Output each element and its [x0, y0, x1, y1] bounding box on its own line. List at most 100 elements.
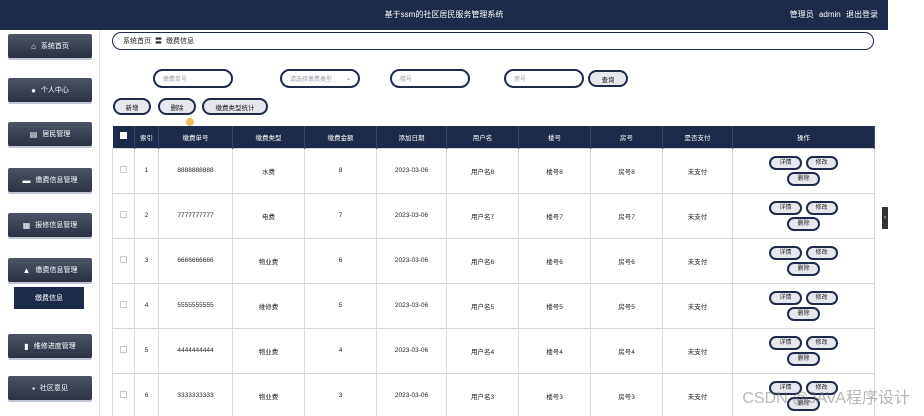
- cell-date: 2023-03-06: [376, 237, 447, 284]
- cell-fee-no: 6666666666: [158, 237, 233, 284]
- cell-fee-type: 维修费: [232, 282, 305, 329]
- fee-no-input[interactable]: 缴费单号: [153, 69, 233, 88]
- edit-button[interactable]: 修改: [805, 155, 838, 170]
- row-delete-button[interactable]: 删除: [787, 216, 820, 231]
- col-header-actions: 操作: [732, 126, 875, 148]
- grid-icon: ▦: [22, 220, 31, 230]
- row-checkbox[interactable]: [120, 301, 127, 308]
- select-all-checkbox[interactable]: [119, 132, 127, 140]
- row-checkbox[interactable]: [120, 346, 127, 353]
- row-select-cell[interactable]: [112, 327, 135, 374]
- detail-button[interactable]: 详情: [769, 290, 802, 305]
- user-icon: ●: [31, 85, 36, 95]
- chevron-down-icon: ⌄: [345, 76, 351, 82]
- cell-index: 4: [134, 282, 159, 329]
- table-row: 1 8888888888 水费 8 2023-03-06 用户名8 楼号8 房号…: [112, 147, 875, 194]
- sidebar: ⌂ 系统首页 ● 个人中心 ▤ 居民管理 ▬ 缴费信息管理 ▦ 报修信息管理 ▲ 缴费信息管…: [0, 30, 100, 416]
- add-button[interactable]: 新增: [113, 98, 151, 115]
- cell-fee-no: 3333333333: [158, 372, 233, 416]
- sidebar-item-repair-progress[interactable]: ▮ 维修进度管理: [8, 334, 92, 358]
- building-input[interactable]: 楼号: [390, 69, 470, 88]
- edit-button[interactable]: 修改: [805, 335, 838, 350]
- row-delete-button[interactable]: 删除: [787, 351, 820, 366]
- row-checkbox[interactable]: [120, 211, 127, 218]
- cell-date: 2023-03-06: [376, 327, 447, 374]
- breadcrumb-home[interactable]: 系统首页: [123, 36, 151, 46]
- room-input[interactable]: 房号: [504, 69, 584, 88]
- app-title: 基于ssm的社区居民服务管理系统: [384, 10, 504, 19]
- sidebar-item-repair-management[interactable]: ▦ 报修信息管理: [8, 213, 92, 237]
- cell-room: 房号5: [590, 282, 663, 329]
- cell-actions: 详情 修改 删除: [732, 192, 875, 239]
- row-select-cell[interactable]: [112, 372, 135, 416]
- sidebar-item-label: 个人中心: [40, 87, 69, 94]
- cell-paid: 未支付: [662, 327, 733, 374]
- breadcrumb-separator: 〓: [155, 38, 162, 45]
- cell-building: 楼号7: [518, 192, 591, 239]
- table-row: 4 5555555555 维修费 5 2023-03-06 用户名5 楼号5 房…: [112, 282, 875, 329]
- cell-date: 2023-03-06: [376, 372, 447, 416]
- logout-link[interactable]: 退出登录: [846, 10, 878, 19]
- apps-icon: ▪: [32, 383, 35, 393]
- edit-button[interactable]: 修改: [805, 200, 838, 215]
- sidebar-item-label: 缴费信息管理: [35, 177, 78, 184]
- cell-paid: 未支付: [662, 147, 733, 194]
- fee-type-stats-button[interactable]: 缴费类型统计: [202, 98, 268, 115]
- cell-amount: 7: [304, 192, 377, 239]
- cell-date: 2023-03-06: [376, 192, 447, 239]
- cell-paid: 未支付: [662, 282, 733, 329]
- cell-user: 用户名7: [446, 192, 519, 239]
- bank-icon: ▲: [22, 265, 31, 275]
- user-name: admin: [818, 10, 841, 19]
- sidebar-item-label: 缴费信息管理: [35, 267, 78, 274]
- detail-button[interactable]: 详情: [769, 155, 802, 170]
- cell-user: 用户名8: [446, 147, 519, 194]
- cell-fee-no: 8888888888: [158, 147, 233, 194]
- sidebar-item-home[interactable]: ⌂ 系统首页: [8, 34, 92, 58]
- col-header-amount: 缴费金额: [304, 126, 377, 148]
- row-select-cell[interactable]: [112, 147, 135, 194]
- side-collapse-tab[interactable]: ‹: [882, 207, 888, 229]
- row-checkbox[interactable]: [120, 256, 127, 263]
- row-checkbox[interactable]: [120, 391, 127, 398]
- select-all-header[interactable]: [112, 126, 135, 148]
- row-select-cell[interactable]: [112, 282, 135, 329]
- sidebar-item-profile[interactable]: ● 个人中心: [8, 78, 92, 102]
- cell-amount: 5: [304, 282, 377, 329]
- sidebar-item-fee-info-management[interactable]: ▲ 缴费信息管理: [8, 258, 92, 282]
- query-button[interactable]: 查询: [588, 70, 628, 87]
- row-delete-button[interactable]: 删除: [787, 261, 820, 276]
- col-header-fee-type: 缴费类型: [232, 126, 305, 148]
- sidebar-item-feedback[interactable]: ▪ 社区意见: [8, 376, 92, 400]
- sidebar-subitem-fee-info[interactable]: 缴费信息: [14, 287, 84, 309]
- row-delete-button[interactable]: 删除: [787, 171, 820, 186]
- list-icon: ▤: [29, 129, 38, 139]
- row-select-cell[interactable]: [112, 237, 135, 284]
- cell-paid: 未支付: [662, 192, 733, 239]
- cell-user: 用户名5: [446, 282, 519, 329]
- cell-date: 2023-03-06: [376, 147, 447, 194]
- cell-building: 楼号5: [518, 282, 591, 329]
- fee-type-select[interactable]: 请选择缴费类型 ⌄: [280, 69, 360, 88]
- sidebar-item-residents[interactable]: ▤ 居民管理: [8, 122, 92, 146]
- edit-button[interactable]: 修改: [805, 290, 838, 305]
- detail-button[interactable]: 详情: [769, 200, 802, 215]
- table-header-row: 索引 缴费单号 缴费类型 缴费金额 添加日期 用户名 楼号 房号 是否支付 操作: [112, 126, 875, 148]
- sidebar-item-fee-management[interactable]: ▬ 缴费信息管理: [8, 168, 92, 192]
- sidebar-item-label: 维修进度管理: [33, 343, 76, 350]
- cell-amount: 8: [304, 147, 377, 194]
- col-header-date: 添加日期: [376, 126, 447, 148]
- delete-button[interactable]: 删除: [158, 98, 196, 115]
- row-checkbox[interactable]: [120, 166, 127, 173]
- cell-actions: 详情 修改 删除: [732, 327, 875, 374]
- row-select-cell[interactable]: [112, 192, 135, 239]
- cell-index: 2: [134, 192, 159, 239]
- sidebar-item-label: 社区意见: [39, 385, 68, 392]
- cell-actions: 详情 修改 删除: [732, 237, 875, 284]
- row-delete-button[interactable]: 删除: [787, 306, 820, 321]
- col-header-room: 房号: [590, 126, 663, 148]
- detail-button[interactable]: 详情: [769, 245, 802, 260]
- detail-button[interactable]: 详情: [769, 335, 802, 350]
- edit-button[interactable]: 修改: [805, 245, 838, 260]
- breadcrumb: 系统首页 〓 缴费信息: [112, 32, 874, 50]
